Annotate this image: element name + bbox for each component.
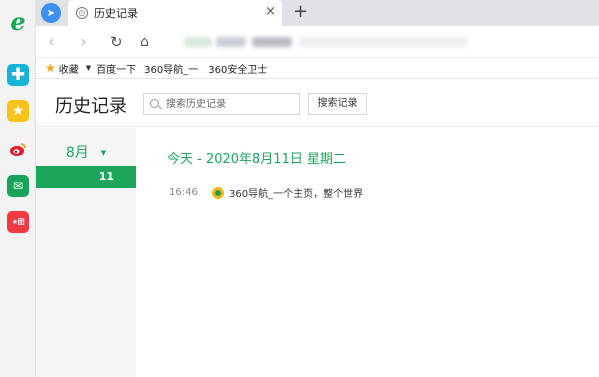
month-selector[interactable]: 8月 ▼ <box>36 142 136 162</box>
month-label: 8月 <box>65 145 89 161</box>
history-header: 历史记录 搜索记录 <box>36 80 599 127</box>
app-sidebar: e ✚ ★ ✉ ★团 <box>0 0 36 377</box>
bookmark-item[interactable]: 360导航_一 <box>144 61 198 76</box>
entry-time: 16:46 <box>169 187 198 198</box>
date-heading: 今天 - 2020年8月11日 星期二 <box>167 152 346 167</box>
navigation-icon[interactable]: ➤ <box>41 3 61 23</box>
forward-button[interactable]: › <box>80 33 87 51</box>
bookmark-item[interactable]: 百度一下 <box>96 61 136 76</box>
history-list: 今天 - 2020年8月11日 星期二 16:46 360导航_一个主页，整个世… <box>136 128 599 377</box>
back-button[interactable]: ‹ <box>48 33 55 51</box>
entry-title-link[interactable]: 360导航_一个主页，整个世界 <box>229 185 363 200</box>
plus-icon[interactable]: ✚ <box>7 64 29 86</box>
chevron-down-icon[interactable]: ▼ <box>86 64 91 72</box>
star-icon[interactable]: ★ <box>7 100 29 122</box>
favorites-button[interactable]: 收藏 <box>59 61 79 76</box>
360-nav-icon <box>212 186 224 199</box>
search-box[interactable] <box>143 93 300 115</box>
tab-history[interactable]: ◷ 历史记录 × <box>68 0 282 26</box>
toolbar: ‹ › ↻ ⌂ <box>36 26 599 58</box>
ie-browser-icon[interactable]: e <box>7 7 29 36</box>
chevron-down-icon: ▼ <box>100 149 107 157</box>
search-icon <box>150 99 159 108</box>
new-tab-button[interactable]: + <box>293 1 308 23</box>
reload-button[interactable]: ↻ <box>110 33 123 51</box>
bookmark-item[interactable]: 360安全卫士 <box>208 61 267 76</box>
clock-icon: ◷ <box>76 7 88 19</box>
tab-strip: ➤ ◷ 历史记录 × + <box>36 0 599 26</box>
page-title: 历史记录 <box>55 96 127 117</box>
list-item[interactable]: 16:46 360导航_一个主页，整个世界 <box>169 185 363 200</box>
day-item-selected[interactable]: 11 <box>36 166 136 188</box>
shopping-icon[interactable]: ★团 <box>7 211 29 233</box>
mail-icon[interactable]: ✉ <box>7 175 29 197</box>
close-icon[interactable]: × <box>265 5 276 19</box>
weibo-icon[interactable] <box>7 138 29 160</box>
favorites-star-icon: ★ <box>45 61 56 75</box>
date-sidebar: 8月 ▼ 11 <box>36 128 136 377</box>
address-bar[interactable] <box>164 32 494 52</box>
bookmark-bar: ★ 收藏 ▼ 百度一下 360导航_一 360安全卫士 <box>36 58 599 79</box>
search-input[interactable] <box>166 96 294 112</box>
search-button[interactable]: 搜索记录 <box>308 93 367 115</box>
tab-title: 历史记录 <box>94 7 138 20</box>
home-button[interactable]: ⌂ <box>140 33 149 51</box>
